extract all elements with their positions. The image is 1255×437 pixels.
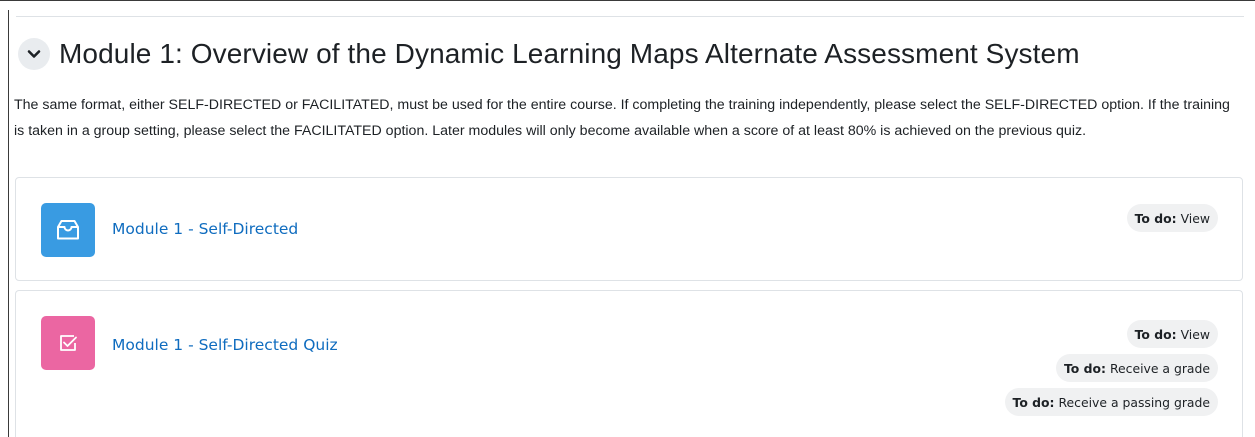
badge-value: View xyxy=(1180,210,1210,226)
activity-link[interactable]: Module 1 - Self-Directed Quiz xyxy=(112,336,338,354)
collapse-section-button[interactable] xyxy=(18,38,50,70)
badge-value: Receive a passing grade xyxy=(1058,394,1211,410)
window-left-border xyxy=(8,10,9,437)
activity-item: Module 1 - Self-Directed Quiz To do: Vie… xyxy=(15,290,1243,437)
badge-label: To do: xyxy=(1064,360,1106,376)
completion-requirements: To do: View xyxy=(1126,204,1218,238)
badge-label: To do: xyxy=(1012,394,1055,410)
badge-value: View xyxy=(1180,326,1210,342)
section-header: Module 1: Overview of the Dynamic Learni… xyxy=(18,38,1080,70)
completion-badge: To do: Receive a grade xyxy=(1056,354,1218,382)
badge-label: To do: xyxy=(1134,326,1177,342)
section-divider xyxy=(16,16,1244,17)
window-top-border xyxy=(0,0,1255,10)
badge-label: To do: xyxy=(1134,210,1177,226)
content-box-icon[interactable] xyxy=(41,203,95,257)
activity-link[interactable]: Module 1 - Self-Directed xyxy=(112,220,298,238)
activity-item: Module 1 - Self-Directed To do: View xyxy=(15,177,1243,281)
chevron-down-icon xyxy=(27,50,41,58)
section-summary: The same format, either SELF-DIRECTED or… xyxy=(14,97,1230,139)
section-title: Module 1: Overview of the Dynamic Learni… xyxy=(59,38,1080,69)
completion-badge: To do: View xyxy=(1126,204,1218,232)
completion-badge: To do: View xyxy=(1126,320,1218,348)
quiz-checkbox-icon[interactable] xyxy=(41,316,95,370)
completion-requirements: To do: View To do: Receive a grade To do… xyxy=(1004,320,1218,422)
badge-value: Receive a grade xyxy=(1109,360,1210,376)
completion-badge: To do: Receive a passing grade xyxy=(1004,388,1218,416)
